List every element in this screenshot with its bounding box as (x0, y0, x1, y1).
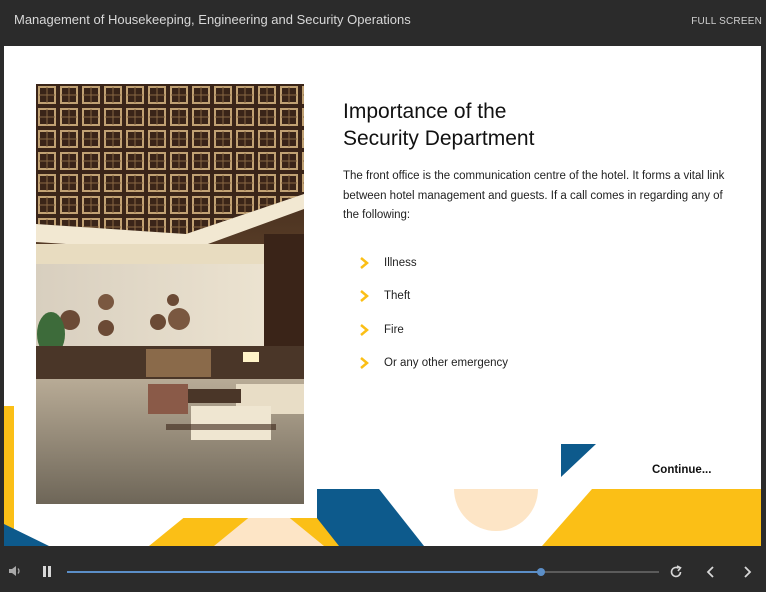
title-bar: Management of Housekeeping, Engineering … (0, 0, 766, 46)
chevron-right-icon (360, 256, 369, 269)
pause-icon[interactable] (42, 566, 52, 577)
player-controls (0, 546, 766, 592)
chevron-left-icon[interactable] (705, 565, 717, 579)
course-title: Management of Housekeeping, Engineering … (14, 12, 411, 27)
list-item: Or any other emergency (357, 347, 508, 381)
chevron-right-icon[interactable] (741, 565, 753, 579)
chevron-right-icon (360, 290, 369, 303)
slide-heading-line-2: Security Department (343, 127, 535, 150)
volume-icon[interactable] (8, 565, 22, 577)
slide-heading: Importance of the Security Department (343, 98, 723, 152)
fullscreen-button[interactable]: FULL SCREEN (691, 16, 762, 27)
list-item-label: Theft (384, 290, 411, 303)
list-item-label: Illness (384, 256, 417, 269)
chevron-right-icon (360, 357, 369, 370)
progress-bar[interactable] (67, 568, 659, 576)
chevron-right-icon (360, 323, 369, 336)
continue-button[interactable]: Continue... (652, 464, 711, 476)
progress-scrubber[interactable] (536, 568, 545, 576)
list-item: Illness (357, 246, 508, 280)
emergency-list: Illness Theft Fire Or any other emergenc… (357, 246, 508, 380)
slide-heading-line-1: Importance of the (343, 100, 507, 123)
slide-canvas: Importance of the Security Department Th… (4, 46, 761, 546)
list-item: Fire (357, 313, 508, 347)
hotel-lobby-image (36, 84, 304, 504)
list-item-label: Or any other emergency (384, 357, 509, 370)
replay-icon[interactable] (669, 565, 683, 579)
progress-bar-fill (67, 571, 541, 573)
photo-frame (22, 81, 317, 518)
list-item-label: Fire (384, 323, 404, 336)
list-item: Theft (357, 280, 508, 314)
intro-paragraph: The front office is the communication ce… (343, 170, 725, 221)
